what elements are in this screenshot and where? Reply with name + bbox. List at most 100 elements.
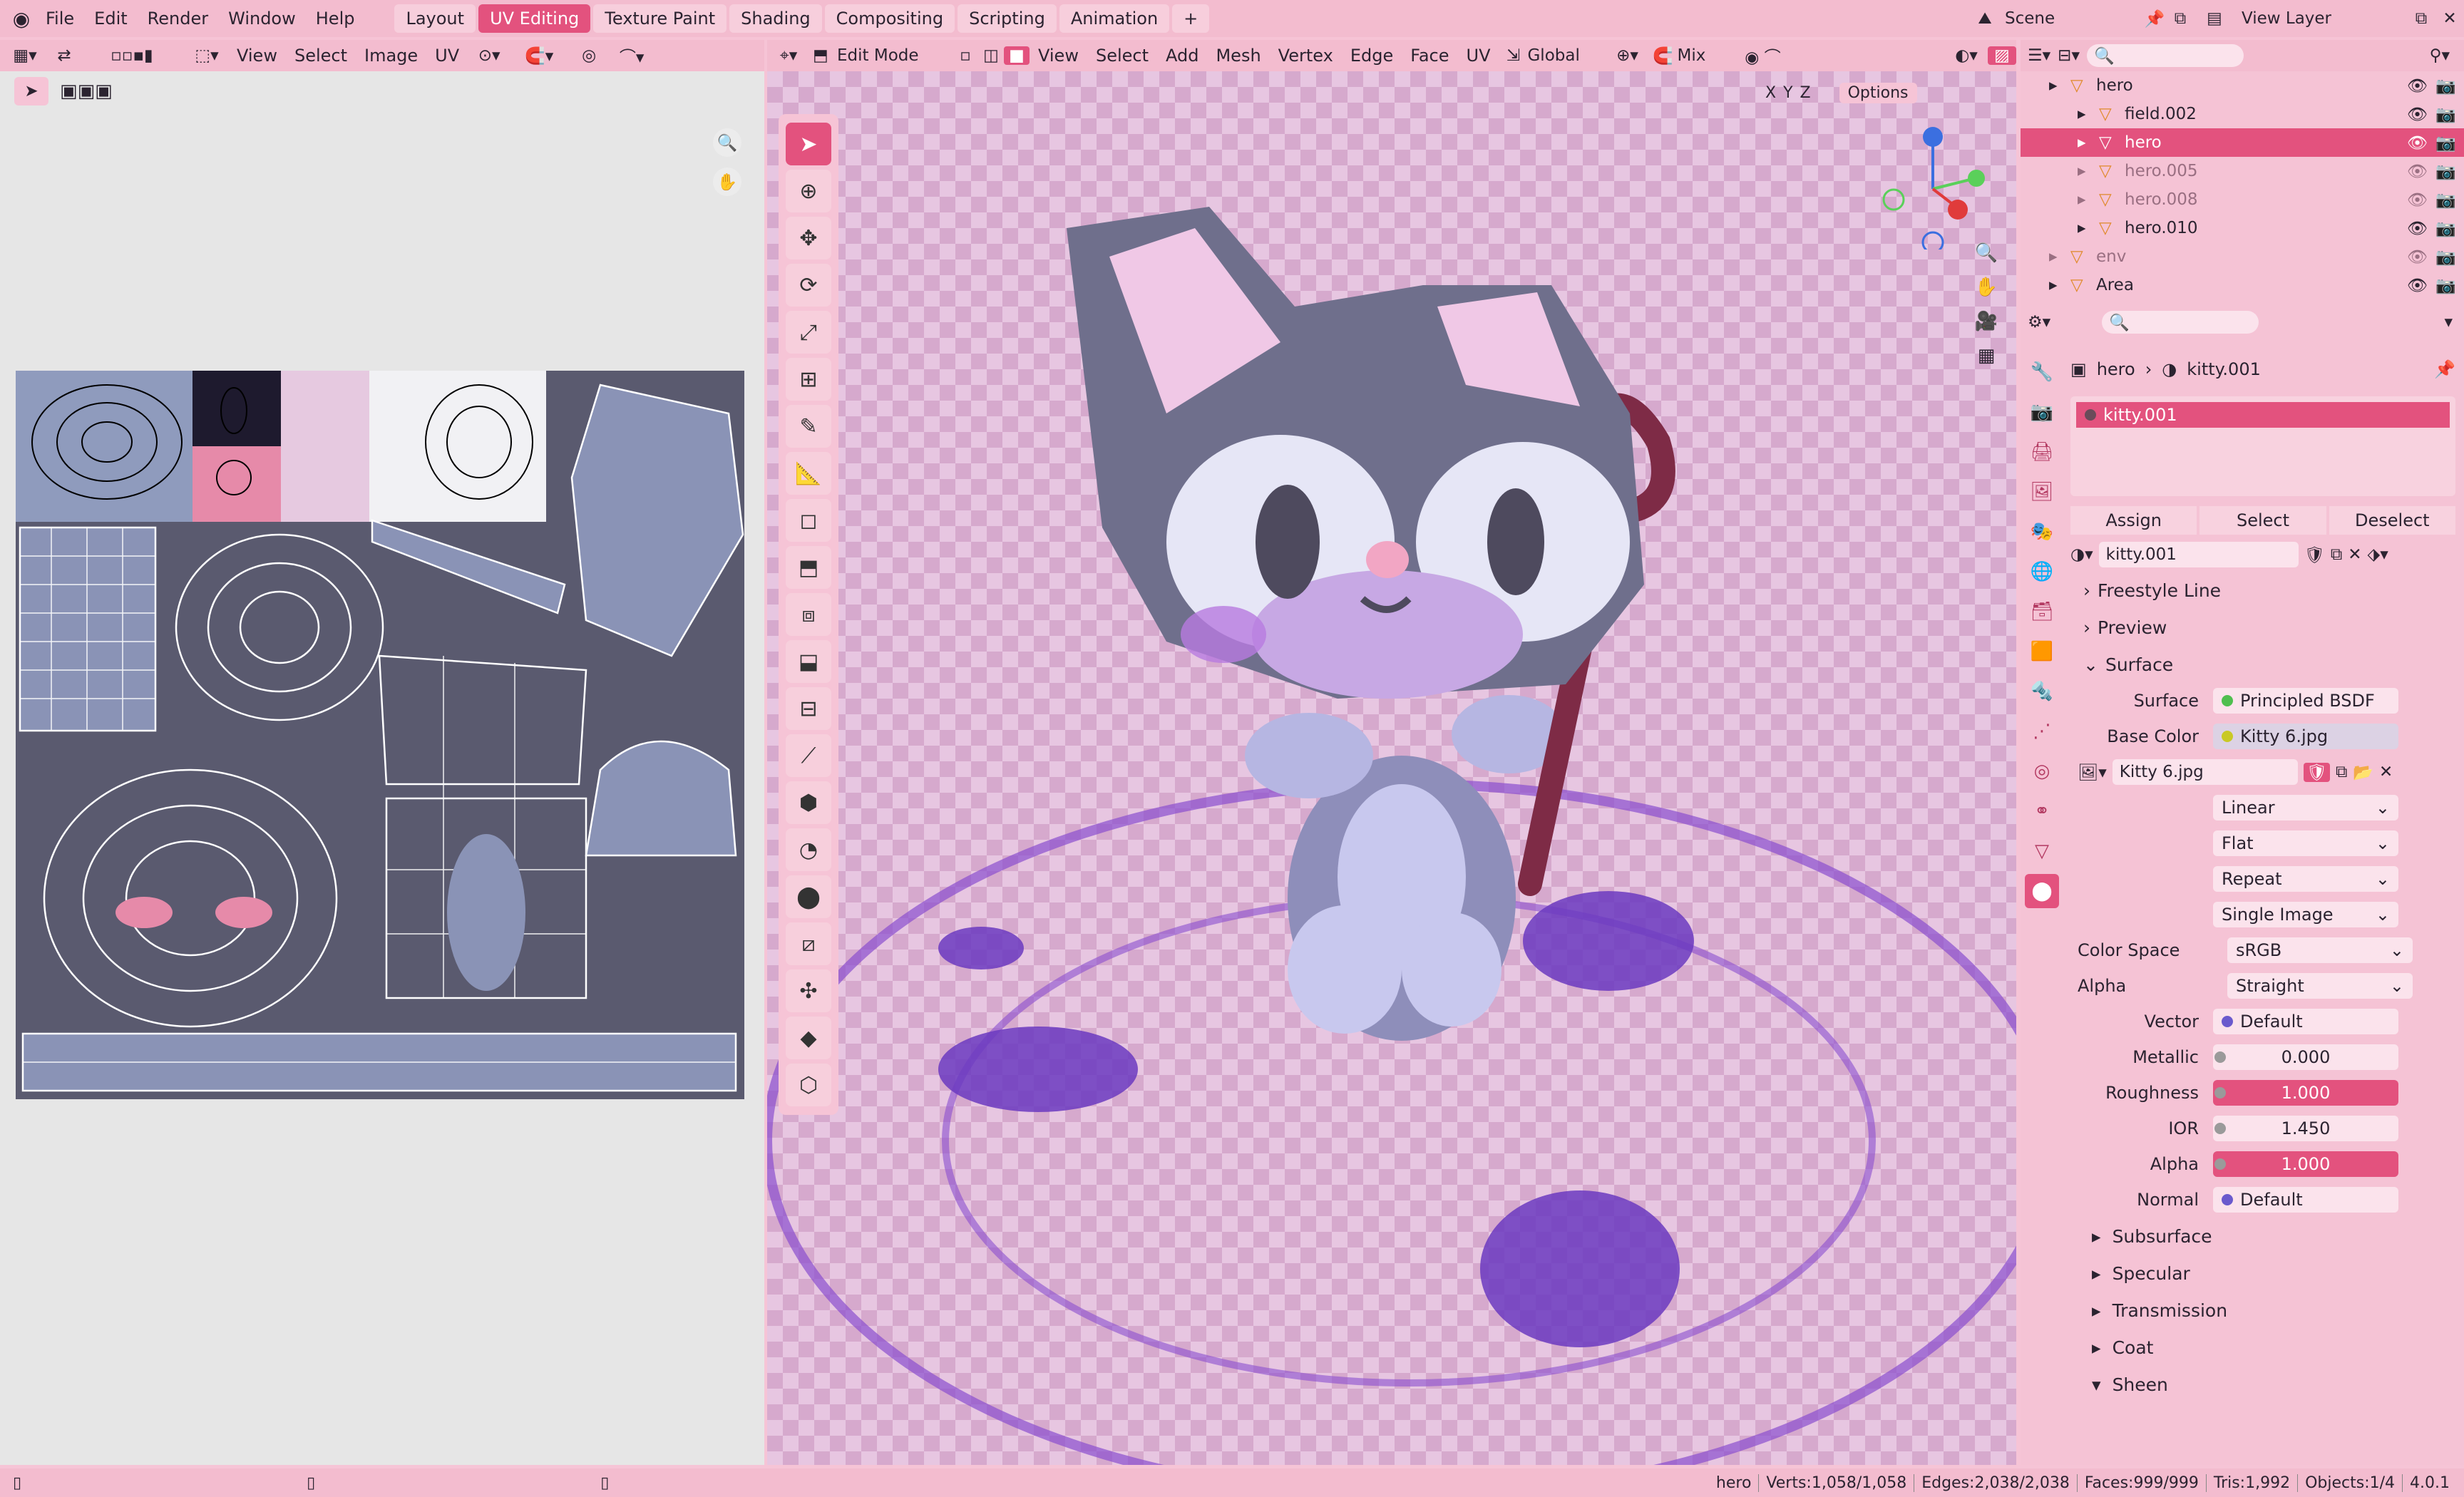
zoom-view-icon[interactable]: 🔍 xyxy=(1975,242,1998,264)
tab-animation[interactable]: Animation xyxy=(1059,4,1170,33)
view-layer-field[interactable]: View Layer xyxy=(2236,9,2407,28)
select-tool-icon[interactable]: ➤ xyxy=(786,123,831,165)
inset-tool-icon[interactable]: ⧈ xyxy=(786,593,831,636)
deselect-button[interactable]: Deselect xyxy=(2329,506,2455,535)
fake-user-icon[interactable]: 🛡 xyxy=(2304,545,2325,565)
render-tab-icon[interactable]: 📷 xyxy=(2025,395,2059,429)
sticky-select-icon[interactable]: ⬚▾ xyxy=(185,46,228,65)
visibility-eye-icon[interactable]: 👁 xyxy=(2407,190,2435,210)
knife-tool-icon[interactable]: ⟋ xyxy=(786,734,831,777)
scene-tab-icon[interactable]: 🎭 xyxy=(2025,515,2059,549)
data-tab-icon[interactable]: ▽ xyxy=(2025,834,2059,868)
rip-tool-icon[interactable]: ⬡ xyxy=(786,1064,831,1106)
render-camera-icon[interactable]: 📷 xyxy=(2435,276,2464,295)
pin-icon[interactable]: 📌 xyxy=(2142,9,2167,29)
smooth-tool-icon[interactable]: ⬤ xyxy=(786,875,831,918)
outliner-funnel-icon[interactable]: ⚲▾ xyxy=(2430,46,2464,65)
blend-dropdown[interactable]: Mix xyxy=(1677,46,1734,65)
shear-tool-icon[interactable]: ◆ xyxy=(786,1017,831,1059)
base-color-field[interactable]: Kitty 6.jpg xyxy=(2213,724,2398,749)
bsdf-subsection[interactable]: ▸ Coat xyxy=(2070,1329,2455,1366)
bsdf-subsection[interactable]: ▸ Specular xyxy=(2070,1255,2455,1292)
render-camera-icon[interactable]: 📷 xyxy=(2435,219,2464,238)
render-camera-icon[interactable]: 📷 xyxy=(2435,133,2464,153)
proportional-edit-icon[interactable]: ◎ xyxy=(568,46,610,65)
sync-selection-icon[interactable]: ⇄ xyxy=(50,46,78,65)
vertex-select-icon[interactable]: ▫ xyxy=(953,46,978,65)
falloff-icon[interactable]: ⌒▾ xyxy=(610,43,653,68)
section-surface[interactable]: ⌄ Surface xyxy=(2070,646,2455,683)
pan-view-icon[interactable]: ✋ xyxy=(1975,277,1998,298)
outliner-search-input[interactable]: 🔍 xyxy=(2087,44,2244,67)
param-field[interactable]: Default xyxy=(2213,1187,2398,1213)
pin-properties-icon[interactable]: 📌 xyxy=(2434,359,2455,379)
particles-tab-icon[interactable]: ⋰ xyxy=(2025,714,2059,748)
modifier-tab-icon[interactable]: 🔩 xyxy=(2025,674,2059,709)
transform-tool-icon[interactable]: ⊞ xyxy=(786,358,831,401)
tab-layout[interactable]: Layout xyxy=(394,4,476,33)
uv-menu-select[interactable]: Select xyxy=(286,46,356,66)
tab-compositing[interactable]: Compositing xyxy=(824,4,955,33)
section-preview[interactable]: › Preview xyxy=(2070,609,2455,646)
select-button[interactable]: Select xyxy=(2199,506,2326,535)
expand-arrow-icon[interactable]: ▸ xyxy=(2049,247,2070,266)
vp-menu-add[interactable]: Add xyxy=(1157,46,1207,66)
render-camera-icon[interactable]: 📷 xyxy=(2435,76,2464,96)
expand-arrow-icon[interactable]: ▸ xyxy=(2078,219,2099,237)
render-camera-icon[interactable]: 📷 xyxy=(2435,190,2464,210)
image-unlink-icon[interactable]: ✕ xyxy=(2379,763,2393,781)
color-space-dropdown[interactable]: sRGB ⌄ xyxy=(2227,937,2413,963)
material-slot-item[interactable]: kitty.001 xyxy=(2076,402,2450,428)
param-field[interactable]: 1.000 xyxy=(2213,1151,2398,1177)
edge-select-icon[interactable]: ◫ xyxy=(978,46,1004,65)
param-field[interactable]: Default xyxy=(2213,1009,2398,1034)
image-open-icon[interactable]: 📂 xyxy=(2353,763,2373,782)
mode-dropdown[interactable]: Edit Mode xyxy=(831,46,953,65)
expand-arrow-icon[interactable]: ▸ xyxy=(2049,276,2070,294)
image-browse-icon[interactable]: 🖼▾ xyxy=(2078,763,2107,782)
output-tab-icon[interactable]: 🖨 xyxy=(2025,435,2059,469)
alpha-mode-dropdown[interactable]: Straight ⌄ xyxy=(2227,973,2413,999)
constraints-tab-icon[interactable]: ⚭ xyxy=(2025,794,2059,828)
snapping-icon[interactable]: 🧲 xyxy=(1648,46,1677,66)
mirror-axis-y[interactable]: Y xyxy=(1783,84,1792,102)
overlay-icon[interactable]: ◐▾ xyxy=(1945,46,1988,65)
visibility-eye-icon[interactable]: 👁 xyxy=(2407,162,2435,181)
pivot-icon[interactable]: ⊙▾ xyxy=(468,46,510,65)
image-setting-dropdown[interactable]: Flat ⌄ xyxy=(2213,830,2398,856)
section-freestyle[interactable]: › Freestyle Line xyxy=(2070,572,2455,609)
properties-editor-icon[interactable]: ⚙▾ xyxy=(2028,313,2050,331)
render-camera-icon[interactable]: 📷 xyxy=(2435,162,2464,181)
outliner-row[interactable]: ▸ ▽ hero.010 👁 📷 xyxy=(2021,214,2464,242)
outliner-row[interactable]: ▸ ▽ field.002 👁 📷 xyxy=(2021,100,2464,128)
physics-tab-icon[interactable]: ◎ xyxy=(2025,754,2059,788)
tool-tab-icon[interactable]: 🔧 xyxy=(2025,355,2059,389)
expand-arrow-icon[interactable]: ▸ xyxy=(2049,76,2070,95)
vp-menu-face[interactable]: Face xyxy=(1402,46,1457,66)
face-select-icon[interactable]: ■ xyxy=(1004,46,1030,65)
vp-menu-uv[interactable]: UV xyxy=(1458,46,1499,66)
param-field[interactable]: 1.450 xyxy=(2213,1116,2398,1141)
uv-select-tool[interactable]: ➤ xyxy=(14,77,48,106)
visibility-eye-icon[interactable]: 👁 xyxy=(2407,105,2435,124)
visibility-eye-icon[interactable]: 👁 xyxy=(2407,219,2435,238)
proportional-icon[interactable]: ◉ ⌒ xyxy=(1734,43,1791,68)
render-camera-icon[interactable]: 📷 xyxy=(2435,105,2464,124)
options-button[interactable]: Options xyxy=(1839,82,1917,103)
menu-render[interactable]: Render xyxy=(138,9,218,29)
vp-menu-select[interactable]: Select xyxy=(1087,46,1157,66)
new-scene-icon[interactable]: ⧉ xyxy=(2167,9,2193,28)
visibility-eye-icon[interactable]: 👁 xyxy=(2407,76,2435,96)
remove-view-layer-icon[interactable]: ✕ xyxy=(2435,9,2464,28)
select-mode-icon[interactable]: ▫▫▪▮ xyxy=(78,46,185,65)
select-box-mode-icons[interactable]: ▣▣▣ xyxy=(60,77,145,106)
uv-editor[interactable]: ➤ ▣▣▣ 🔍 ✋ xyxy=(0,71,764,1465)
vp-menu-vertex[interactable]: Vertex xyxy=(1270,46,1342,66)
image-name-field[interactable]: Kitty 6.jpg xyxy=(2112,759,2298,785)
world-tab-icon[interactable]: 🌐 xyxy=(2025,555,2059,589)
material-browse-icon[interactable]: ◑▾ xyxy=(2070,545,2093,564)
vp-menu-edge[interactable]: Edge xyxy=(1342,46,1402,66)
cursor-tool-icon[interactable]: ⊕ xyxy=(786,170,831,212)
material-slot-list[interactable]: kitty.001 + − xyxy=(2070,396,2455,496)
expand-arrow-icon[interactable]: ▸ xyxy=(2078,190,2099,209)
